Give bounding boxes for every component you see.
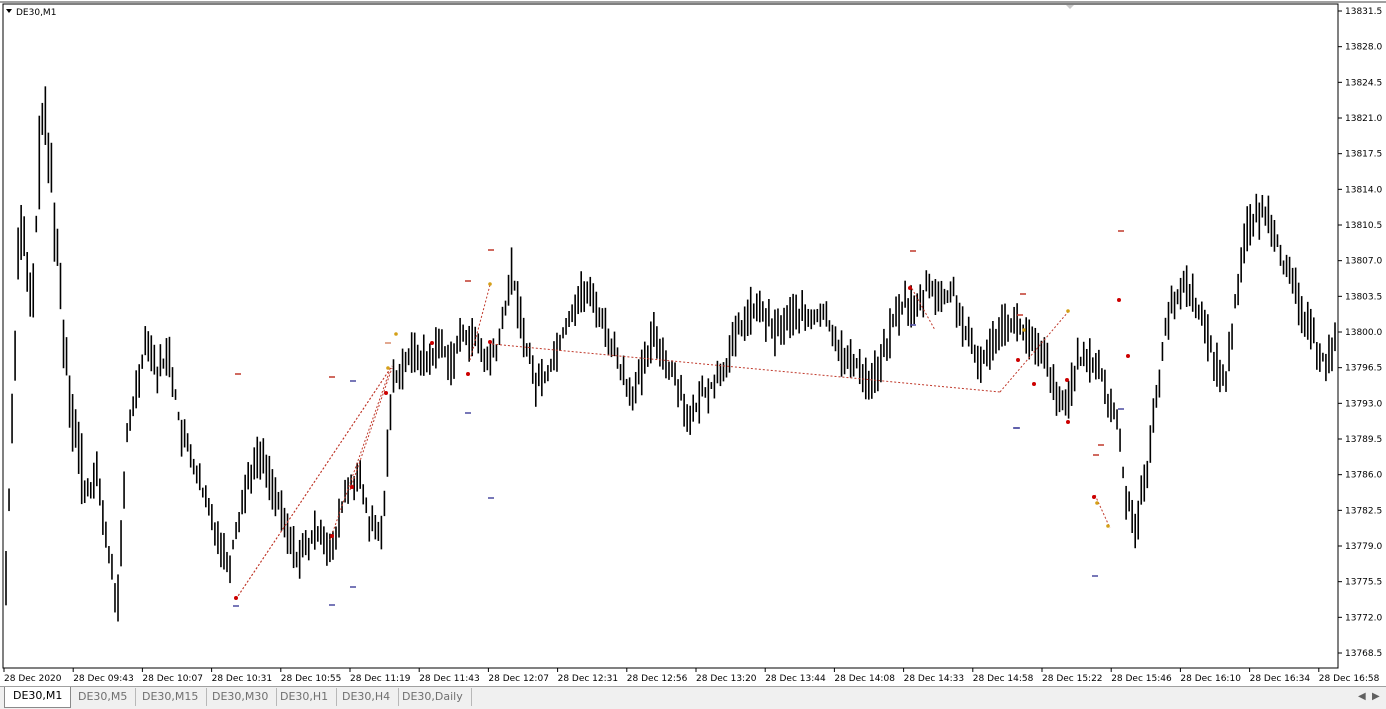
- tab-de30-h1[interactable]: DE30,H1: [272, 688, 338, 706]
- signal-up-dot: [394, 332, 398, 336]
- price-label: 13824.5: [1345, 78, 1382, 88]
- time-label: 28 Dec 10:07: [142, 674, 203, 684]
- symbol-label: DE30,M1: [16, 8, 56, 18]
- price-label: 13782.5: [1345, 506, 1382, 516]
- signal-up-dot: [1095, 501, 1099, 505]
- tab-de30-m1[interactable]: DE30,M1: [4, 687, 72, 708]
- time-label: 28 Dec 14:33: [904, 674, 965, 684]
- signal-dot: [1066, 420, 1070, 424]
- time-label: 28 Dec 13:20: [696, 674, 757, 684]
- time-label: 28 Dec 15:46: [1111, 674, 1172, 684]
- chart-tabs-bar: DE30,M1 DE30,M5 DE30,M15 DE30,M30 DE30,H1 DE3…: [0, 686, 1386, 709]
- signal-up-dot: [1066, 309, 1070, 313]
- price-axis: 13831.5 13828.0 13824.5 13821.0 13817.5 13814…: [1338, 7, 1382, 659]
- signal-up-dot: [488, 282, 492, 286]
- time-label: 28 Dec 13:44: [765, 674, 826, 684]
- price-label: 13768.5: [1345, 649, 1382, 659]
- price-label: 13800.0: [1345, 328, 1382, 338]
- price-label: 13817.5: [1345, 150, 1382, 160]
- time-label: 28 Dec 14:58: [973, 674, 1034, 684]
- chart-window[interactable]: DE30,M1 13831.5 13828.0 13824.5 13821.0 1381…: [0, 0, 1386, 686]
- signal-up-dot: [386, 366, 390, 370]
- price-label: 13796.5: [1345, 364, 1382, 374]
- signal-dot: [350, 485, 354, 489]
- time-label: 28 Dec 11:19: [350, 674, 411, 684]
- signal-dot: [234, 596, 238, 600]
- signal-up-dot: [1022, 328, 1026, 332]
- signal-dot: [1126, 354, 1130, 358]
- time-label: 28 Dec 2020: [4, 674, 62, 684]
- tab-de30-m15[interactable]: DE30,M15: [134, 688, 208, 706]
- price-label: 13786.0: [1345, 471, 1382, 481]
- signal-up-dot: [1106, 524, 1110, 528]
- signal-dot: [1092, 495, 1096, 499]
- signal-dot: [384, 391, 388, 395]
- price-label: 13821.0: [1345, 114, 1382, 124]
- price-label: 13814.0: [1345, 185, 1382, 195]
- tab-de30-m30[interactable]: DE30,M30: [204, 688, 278, 706]
- time-label: 28 Dec 16:10: [1180, 674, 1241, 684]
- price-label: 13810.5: [1345, 221, 1382, 231]
- price-label: 13803.5: [1345, 292, 1382, 302]
- time-label: 28 Dec 10:55: [281, 674, 342, 684]
- time-label: 28 Dec 15:22: [1042, 674, 1103, 684]
- price-label: 13793.0: [1345, 399, 1382, 409]
- signal-dot: [330, 534, 334, 538]
- time-label: 28 Dec 14:08: [834, 674, 895, 684]
- time-label: 28 Dec 16:58: [1319, 674, 1380, 684]
- tab-de30-daily[interactable]: DE30,Daily: [394, 688, 472, 706]
- time-label: 28 Dec 12:07: [488, 674, 549, 684]
- price-label: 13775.5: [1345, 578, 1382, 588]
- signal-dot: [466, 372, 470, 376]
- price-label: 13779.0: [1345, 542, 1382, 552]
- signal-dot: [1065, 378, 1069, 382]
- signal-dot: [430, 341, 434, 345]
- time-label: 28 Dec 09:43: [73, 674, 134, 684]
- time-axis: 28 Dec 2020 28 Dec 09:43 28 Dec 10:07 28 De…: [3, 668, 1380, 684]
- signal-dot: [1117, 298, 1121, 302]
- tab-de30-h4[interactable]: DE30,H4: [334, 688, 400, 706]
- time-label: 28 Dec 10:31: [212, 674, 273, 684]
- time-label: 28 Dec 16:34: [1250, 674, 1311, 684]
- plot-area: [2, 3, 1339, 669]
- price-label: 13831.5: [1345, 7, 1382, 17]
- price-label: 13828.0: [1345, 43, 1382, 53]
- signal-dot: [908, 286, 912, 290]
- price-label: 13772.0: [1345, 613, 1382, 623]
- signal-dot: [488, 340, 492, 344]
- time-label: 28 Dec 11:43: [419, 674, 480, 684]
- time-label: 28 Dec 12:56: [627, 674, 688, 684]
- price-chart[interactable]: DE30,M1 13831.5 13828.0 13824.5 13821.0 1381…: [0, 0, 1386, 686]
- price-label: 13789.5: [1345, 435, 1382, 445]
- tab-de30-m5[interactable]: DE30,M5: [70, 688, 137, 706]
- time-label: 28 Dec 12:31: [558, 674, 619, 684]
- scroll-right-icon[interactable]: ▶: [1372, 691, 1380, 702]
- price-label: 13807.0: [1345, 257, 1382, 267]
- signal-dot: [1032, 382, 1036, 386]
- scroll-left-icon[interactable]: ◀: [1358, 691, 1366, 702]
- signal-dot: [1016, 358, 1020, 362]
